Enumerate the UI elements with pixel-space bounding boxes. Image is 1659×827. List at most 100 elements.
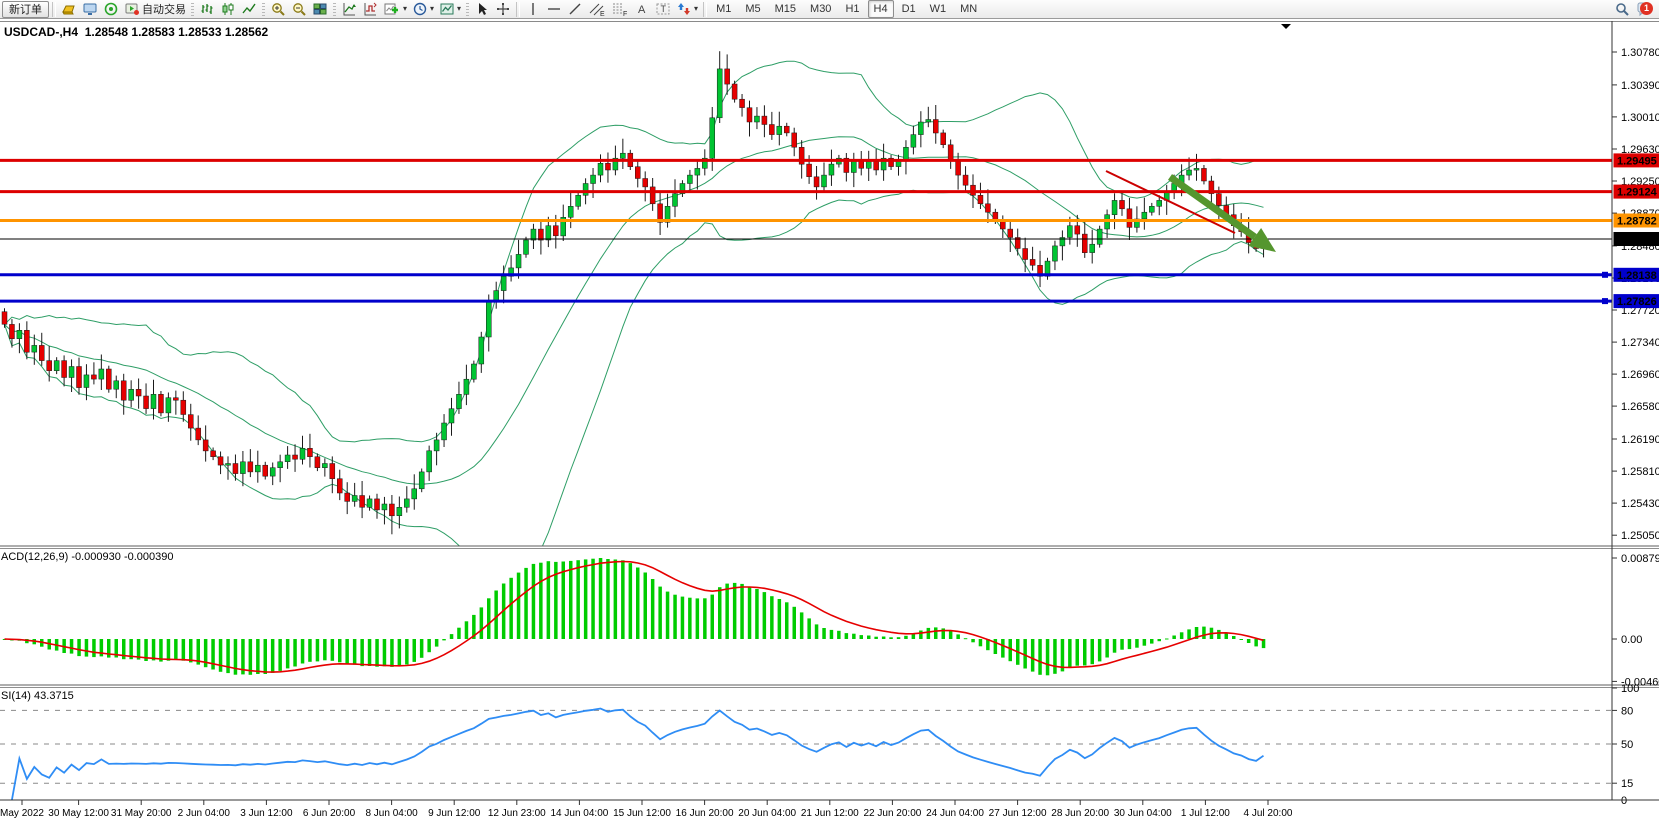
- time-axis-label: 12 Jun 23:00: [488, 808, 546, 819]
- trendline-icon[interactable]: [565, 1, 585, 18]
- candle-body: [293, 455, 298, 459]
- macd-histogram-bar: [927, 628, 931, 639]
- search-icon[interactable]: [1612, 1, 1632, 18]
- macd-histogram-bar: [800, 612, 804, 639]
- line-handle[interactable]: [1602, 272, 1608, 278]
- vertical-line-icon[interactable]: [523, 1, 543, 18]
- macd-histogram-bar: [323, 639, 327, 660]
- line-handle[interactable]: [1602, 298, 1608, 304]
- crosshair-icon[interactable]: [493, 1, 513, 18]
- macd-histogram-bar: [174, 639, 178, 660]
- candle-body: [367, 499, 372, 507]
- macd-histogram-bar: [308, 639, 312, 662]
- chart-shift-marker[interactable]: [1281, 24, 1291, 29]
- price-chart[interactable]: 1.307801.303901.300101.296301.292501.288…: [0, 19, 1659, 827]
- period-clock-icon[interactable]: ▾: [410, 1, 436, 18]
- candlestick-chart-icon[interactable]: [218, 1, 238, 18]
- price-axis[interactable]: 1.307801.303901.300101.296301.292501.288…: [1612, 21, 1659, 807]
- macd-histogram-bar: [1120, 639, 1124, 650]
- candle-body: [47, 361, 52, 371]
- notifications-icon[interactable]: 1: [1633, 1, 1657, 18]
- time-axis-label: 9 Jun 12:00: [428, 808, 481, 819]
- macd-histogram-bar: [584, 559, 588, 639]
- price-axis-label: 1.30390: [1621, 80, 1659, 92]
- candle-body: [740, 99, 745, 107]
- chart-ohlc-values: 1.28548 1.28583 1.28533 1.28562: [85, 25, 269, 39]
- macd-histogram-bar: [398, 639, 402, 666]
- new-order-button[interactable]: 新订单: [2, 1, 49, 18]
- template-icon[interactable]: ▾: [437, 1, 463, 18]
- toolbar-grip[interactable]: [466, 3, 469, 16]
- candle-body: [404, 499, 409, 507]
- new-order-label: 新订单: [9, 1, 42, 17]
- line-chart-icon[interactable]: [239, 1, 259, 18]
- candle-body: [754, 116, 759, 122]
- bar-chart-icon[interactable]: [197, 1, 217, 18]
- toolbar-grip[interactable]: [191, 3, 194, 16]
- candle-body: [695, 168, 700, 175]
- text-tool-icon[interactable]: A: [632, 1, 652, 18]
- timeframe-D1[interactable]: D1: [896, 0, 922, 18]
- candle-body: [1216, 194, 1221, 206]
- macd-histogram-bar: [830, 630, 834, 639]
- timeframe-W1[interactable]: W1: [924, 0, 953, 18]
- candle-body: [1201, 168, 1206, 181]
- timeframe-M15[interactable]: M15: [769, 0, 802, 18]
- toolbar-grip[interactable]: [262, 3, 265, 16]
- macd-histogram-bar: [711, 595, 715, 639]
- cursor-icon[interactable]: [472, 1, 492, 18]
- time-axis-label: 6 Jun 20:00: [303, 808, 356, 819]
- arrow-objects-icon[interactable]: ▾: [674, 1, 700, 18]
- candle-body: [300, 448, 305, 459]
- toolbar-grip[interactable]: [333, 3, 336, 16]
- candle-body: [1023, 249, 1028, 260]
- timeframe-H1[interactable]: H1: [839, 0, 865, 18]
- horizontal-price-lines[interactable]: [0, 160, 1612, 304]
- macd-histogram-bar: [1158, 639, 1162, 641]
- macd-histogram-bar: [405, 639, 409, 665]
- timeframe-M30[interactable]: M30: [804, 0, 837, 18]
- horizontal-line-icon[interactable]: [544, 1, 564, 18]
- tile-windows-icon[interactable]: [310, 1, 330, 18]
- equidistant-channel-icon[interactable]: E: [586, 1, 608, 18]
- dropdown-caret: ▾: [457, 5, 461, 13]
- time-axis[interactable]: May 202230 May 12:0031 May 20:002 Jun 04…: [0, 800, 1659, 819]
- macd-histogram-bar: [413, 639, 417, 662]
- timeframe-M1[interactable]: M1: [710, 0, 737, 18]
- timeframe-MN[interactable]: MN: [954, 0, 983, 18]
- autotrading-button[interactable]: 自动交易: [122, 1, 188, 18]
- new-chart-icon[interactable]: ▾: [381, 1, 409, 18]
- candle-body: [248, 462, 253, 472]
- deposit-icon[interactable]: [59, 1, 79, 18]
- indicator-list-icon[interactable]: [339, 1, 359, 18]
- macd-histogram-bar: [487, 598, 491, 639]
- macd-histogram-bar: [1038, 639, 1042, 675]
- candle-body: [203, 440, 208, 451]
- macd-histogram-bar: [889, 637, 893, 639]
- candle-body: [322, 464, 327, 468]
- fibonacci-icon[interactable]: F: [609, 1, 631, 18]
- timeframe-H4[interactable]: H4: [868, 0, 894, 18]
- price-axis-label: 1.25430: [1621, 498, 1659, 510]
- signals-icon[interactable]: [101, 1, 121, 18]
- candle-body: [114, 381, 119, 389]
- zoom-in-icon[interactable]: [268, 1, 288, 18]
- candle-body: [166, 398, 171, 413]
- terminal-icon[interactable]: [80, 1, 100, 18]
- candle-body: [188, 415, 193, 429]
- candle-body: [516, 254, 521, 268]
- zoom-out-icon[interactable]: [289, 1, 309, 18]
- text-label-icon[interactable]: T: [653, 1, 673, 18]
- macd-histogram-bar: [644, 573, 648, 640]
- bollinger-middle-line: [5, 137, 1264, 485]
- candle-body: [710, 118, 715, 159]
- chart-title: USDCAD-,H4 1.28548 1.28583 1.28533 1.285…: [4, 25, 268, 39]
- macd-histogram-bar: [934, 627, 938, 639]
- macd-histogram-bar: [897, 637, 901, 639]
- macd-histogram-bar: [666, 592, 670, 639]
- macd-histogram-bar: [1254, 639, 1258, 646]
- macd-histogram-bar: [822, 628, 826, 639]
- timeframe-M5[interactable]: M5: [739, 0, 766, 18]
- time-axis-label: May 2022: [0, 808, 44, 819]
- indicator-window-icon[interactable]: [360, 1, 380, 18]
